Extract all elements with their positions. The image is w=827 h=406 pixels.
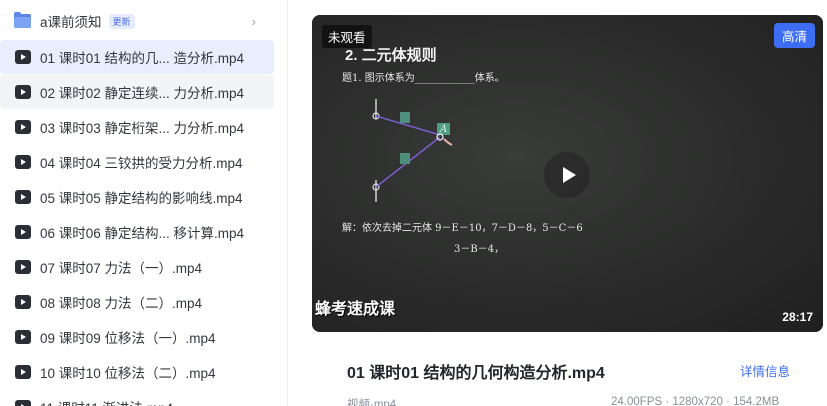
list-item[interactable]: 03 课时03 静定桁架... 力分析.mp4 — [0, 110, 274, 144]
list-item-label: 05 课时05 静定结构的影响线.mp4 — [40, 191, 243, 206]
video-player[interactable]: A 未观看 高清 2. 二元体规则 题1. 图示体系为____________体… — [312, 15, 823, 332]
slide-solution: 解：依次去掉二元体 9－E－10，7－D－8，5－C－6 — [342, 223, 583, 234]
node-label: A — [439, 124, 447, 135]
video-file-icon — [14, 365, 31, 380]
list-item[interactable]: 10 课时10 位移法（二）.mp4 — [0, 355, 274, 389]
duration-label: 28:17 — [782, 310, 813, 324]
folder-icon — [14, 12, 31, 29]
video-file-icon — [14, 85, 31, 100]
video-file-icon — [14, 295, 31, 310]
folder-label: a课前须知 — [40, 15, 102, 30]
list-item-label: 07 课时07 力法（一）.mp4 — [40, 261, 203, 276]
slide-title: 2. 二元体规则 — [345, 47, 437, 64]
list-item[interactable]: 09 课时09 位移法（一）.mp4 — [0, 320, 274, 354]
list-item-label: 03 课时03 静定桁架... 力分析.mp4 — [40, 121, 245, 136]
list-item[interactable]: 02 课时02 静定连续... 力分析.mp4 — [0, 75, 274, 109]
list-item-label: 04 课时04 三铰拱的受力分析.mp4 — [40, 156, 243, 171]
list-item[interactable]: 11 课时11 渐进法.mp4 — [0, 390, 274, 406]
list-item[interactable]: 05 课时05 静定结构的影响线.mp4 — [0, 180, 274, 214]
video-file-icon — [14, 330, 31, 345]
list-item-label: 02 课时02 静定连续... 力分析.mp4 — [40, 86, 245, 101]
panel-divider — [287, 0, 288, 406]
chevron-right-icon[interactable]: › — [252, 14, 256, 29]
file-title: 01 课时01 结构的几何构造分析.mp4 — [347, 365, 605, 382]
app-root: a课前须知 更新 › 01 课时01 结构的几... 造分析.mp4 02 课时… — [0, 0, 827, 406]
list-item-label: 06 课时06 静定结构... 移计算.mp4 — [40, 226, 245, 241]
list-item[interactable]: 01 课时01 结构的几... 造分析.mp4 — [0, 40, 274, 74]
folder-row[interactable]: a课前须知 更新 › — [0, 4, 274, 38]
list-item-label: 09 课时09 位移法（一）.mp4 — [40, 331, 216, 346]
quality-button[interactable]: 高清 — [773, 23, 815, 48]
details-link[interactable]: 详情信息 — [740, 361, 790, 380]
video-file-icon — [14, 50, 31, 65]
list-item[interactable]: 06 课时06 静定结构... 移计算.mp4 — [0, 215, 274, 249]
list-item[interactable]: 07 课时07 力法（一）.mp4 — [0, 250, 274, 284]
file-type: 视频·mp4 — [347, 399, 397, 406]
video-file-icon — [14, 190, 31, 205]
list-item-label: 10 课时10 位移法（二）.mp4 — [40, 366, 216, 381]
list-item[interactable]: 08 课时08 力法（二）.mp4 — [0, 285, 274, 319]
list-item-label: 01 课时01 结构的几... 造分析.mp4 — [40, 51, 245, 66]
list-item-label: 11 课时11 渐进法.mp4 — [40, 397, 173, 406]
slide-problem: 题1. 图示体系为____________体系。 — [342, 73, 505, 84]
list-item[interactable]: 04 课时04 三铰拱的受力分析.mp4 — [0, 145, 274, 179]
file-list-panel: a课前须知 更新 › 01 课时01 结构的几... 造分析.mp4 02 课时… — [0, 0, 277, 406]
video-file-icon — [14, 400, 31, 406]
video-file-icon — [14, 260, 31, 275]
list-item-label: 08 课时08 力法（二）.mp4 — [40, 296, 203, 311]
file-meta: 24.00FPS · 1280x720 · 154.2MB — [611, 396, 780, 406]
video-file-icon — [14, 225, 31, 240]
update-badge: 更新 — [108, 13, 135, 29]
brand-watermark: 蜂考速成课 — [315, 301, 396, 318]
video-file-icon — [14, 155, 31, 170]
play-button[interactable] — [544, 152, 590, 198]
slide-solution-cont: 3－B－4， — [454, 244, 505, 255]
video-file-icon — [14, 120, 31, 135]
